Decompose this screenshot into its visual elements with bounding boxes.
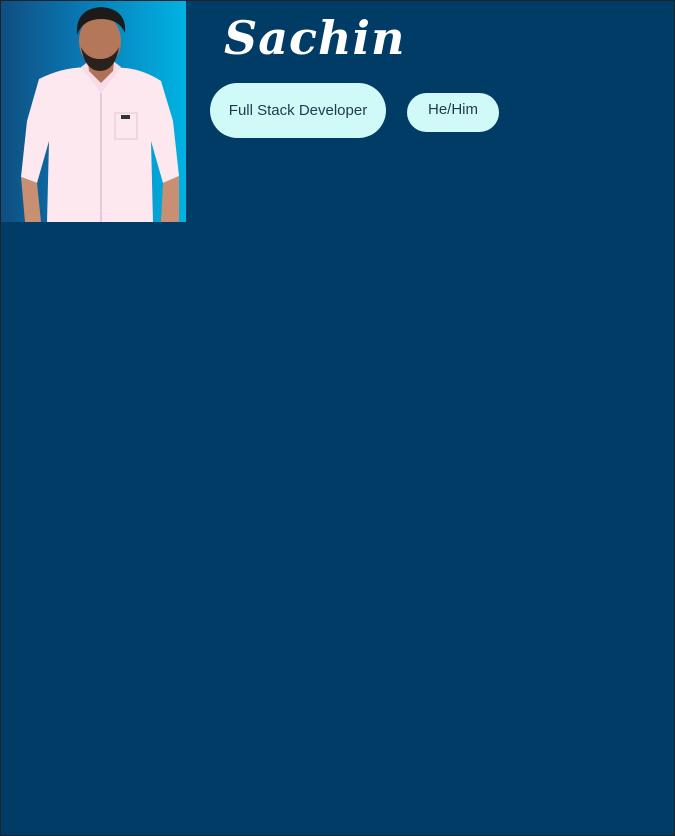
profile-photo [1, 1, 186, 222]
profile-name: Sachin [224, 11, 406, 65]
role-badge: Full Stack Developer [210, 83, 386, 138]
profile-page: Sachin Full Stack Developer He/Him [0, 0, 675, 836]
person-photo-icon [21, 7, 179, 222]
pronouns-badge: He/Him [407, 93, 499, 132]
